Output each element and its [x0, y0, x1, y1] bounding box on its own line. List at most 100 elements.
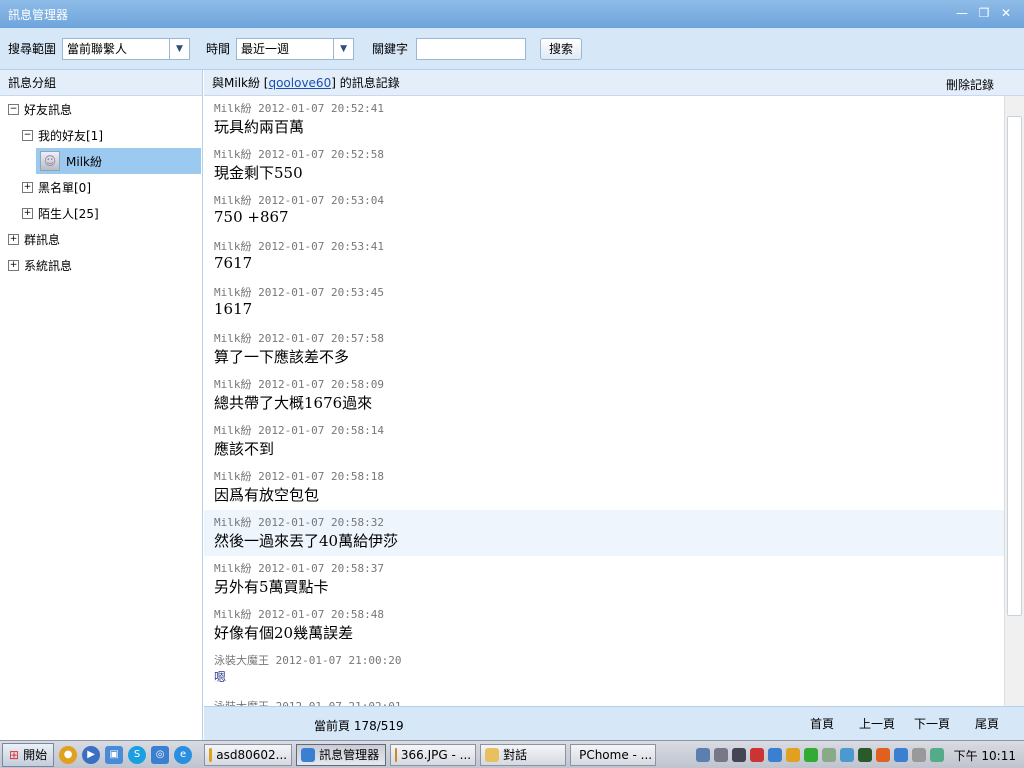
- tray-check-icon[interactable]: [803, 748, 818, 762]
- tray-monitor-icon[interactable]: [857, 748, 872, 762]
- explorer-icon[interactable]: ▣: [105, 745, 124, 764]
- task-label: asd80602...: [216, 747, 288, 762]
- search-button[interactable]: 搜索: [540, 37, 583, 60]
- tray-network-icon[interactable]: [821, 748, 836, 762]
- tree-item-friends[interactable]: − 好友訊息: [0, 96, 202, 122]
- message-item: 泳裝大魔王 2012-01-07 21:00:20 嗯: [204, 648, 1004, 694]
- group-panel-header: 訊息分組: [0, 70, 202, 96]
- tree-item-groups[interactable]: + 群訊息: [0, 226, 202, 252]
- next-page-button[interactable]: 下一頁: [914, 715, 950, 732]
- range-value: 當前聯繫人: [67, 42, 128, 56]
- message-text: 好像有個20幾萬誤差: [214, 624, 354, 642]
- messenger-icon: [301, 747, 316, 762]
- tray-dropbox-icon[interactable]: [839, 748, 854, 762]
- tray-qq-icon[interactable]: [785, 748, 800, 762]
- chevron-down-icon[interactable]: ▼: [169, 38, 189, 59]
- windows-logo-icon: ⊞: [9, 747, 20, 762]
- message-meta: Milk紛 2012-01-07 20:53:04: [214, 194, 384, 207]
- message-meta: Milk紛 2012-01-07 20:52:58: [214, 148, 384, 161]
- message-text: 總共帶了大概1676過來: [214, 394, 373, 412]
- start-button[interactable]: ⊞ 開始: [2, 742, 55, 767]
- tray-messenger-icon[interactable]: [767, 748, 782, 762]
- message-text: 嗯: [214, 670, 227, 684]
- message-item: Milk紛 2012-01-07 20:52:58 現金剩下550: [204, 142, 1004, 188]
- message-list: Milk紛 2012-01-07 20:52:41 玩具約兩百萬 Milk紛 20…: [204, 96, 1004, 706]
- tray-window-icon[interactable]: [731, 748, 746, 762]
- tray-update-icon[interactable]: [929, 748, 944, 762]
- task-item[interactable]: 366.JPG - ...: [390, 743, 477, 766]
- tree-item-strangers[interactable]: + 陌生人[25]: [0, 200, 202, 226]
- window-controls: — ❐ ✕: [954, 5, 1014, 21]
- restore-icon[interactable]: ❐: [976, 5, 992, 21]
- pager: 當前頁 178/519 首頁 上一頁 下一頁 尾頁: [204, 706, 1024, 740]
- tree-item-label: Milk紛: [66, 154, 102, 169]
- message-item: Milk紛 2012-01-07 20:58:14 應該不到: [204, 418, 1004, 464]
- message-item: Milk紛 2012-01-07 20:58:48 好像有個20幾萬誤差: [204, 602, 1004, 648]
- tray-speaker-icon[interactable]: [911, 748, 926, 762]
- delete-records-button[interactable]: 刪除記錄: [946, 76, 994, 93]
- task-item-active[interactable]: 訊息管理器: [296, 743, 387, 766]
- task-item[interactable]: asd80602...: [204, 743, 293, 766]
- expand-icon[interactable]: +: [8, 259, 19, 271]
- message-meta: Milk紛 2012-01-07 20:58:32: [214, 516, 384, 529]
- tree-item-contact[interactable]: ☺ Milk紛: [36, 148, 201, 174]
- tray-chat-icon[interactable]: [893, 748, 908, 762]
- message-meta: Milk紛 2012-01-07 20:52:41: [214, 102, 384, 115]
- close-icon[interactable]: ✕: [998, 5, 1014, 21]
- message-item: Milk紛 2012-01-07 20:57:58 算了一下應該差不多: [204, 326, 1004, 372]
- message-meta: Milk紛 2012-01-07 20:57:58: [214, 332, 384, 345]
- record-header: 與Milk紛 [qoolove60] 的訊息記錄 刪除記錄: [204, 70, 1024, 96]
- message-meta: Milk紛 2012-01-07 20:58:37: [214, 562, 384, 575]
- record-title-suffix: ] 的訊息記錄: [331, 76, 400, 90]
- tray-app-icon[interactable]: [695, 748, 710, 762]
- chrome-icon: [209, 747, 213, 762]
- message-item: Milk紛 2012-01-07 20:58:37 另外有5萬買點卡: [204, 556, 1004, 602]
- range-select[interactable]: 當前聯繫人 ▼: [62, 37, 191, 60]
- clock: 下午 10:11: [953, 748, 1016, 763]
- tray-browser-icon[interactable]: [875, 748, 890, 762]
- last-page-button[interactable]: 尾頁: [975, 715, 999, 732]
- tree-item-label: 陌生人[25]: [38, 206, 99, 221]
- message-meta: Milk紛 2012-01-07 20:58:14: [214, 424, 384, 437]
- media-player-icon[interactable]: ▶: [82, 745, 101, 764]
- chevron-down-icon[interactable]: ▼: [333, 38, 353, 59]
- contact-id-link[interactable]: qoolove60: [268, 76, 331, 90]
- task-item[interactable]: 對話: [480, 743, 567, 766]
- skype-icon[interactable]: S: [128, 745, 147, 764]
- tree-item-system[interactable]: + 系統訊息: [0, 252, 202, 278]
- search-toolbar: 搜尋範圍 當前聯繫人 ▼ 時間 最近一週 ▼ 關鍵字 搜索: [0, 28, 1024, 70]
- task-label: 366.JPG - ...: [400, 747, 472, 762]
- message-item: Milk紛 2012-01-07 20:53:41 7617: [204, 234, 1004, 280]
- tree-item-label: 好友訊息: [24, 102, 73, 117]
- expand-icon[interactable]: +: [8, 233, 19, 245]
- message-text: 算了一下應該差不多: [214, 348, 350, 366]
- minimize-icon[interactable]: —: [954, 5, 970, 21]
- message-scrollbar[interactable]: [1004, 96, 1024, 706]
- tray-security-icon[interactable]: [749, 748, 764, 762]
- window-title: 訊息管理器: [8, 7, 69, 22]
- time-value: 最近一週: [241, 42, 290, 56]
- task-label: 對話: [503, 748, 528, 762]
- collapse-icon[interactable]: −: [8, 103, 19, 115]
- tray-tool-icon[interactable]: [713, 748, 728, 762]
- messenger-icon[interactable]: ◎: [151, 745, 170, 764]
- expand-icon[interactable]: +: [22, 207, 33, 219]
- first-page-button[interactable]: 首頁: [810, 715, 834, 732]
- task-item[interactable]: PChome - ...: [570, 743, 657, 766]
- tree-item-label: 我的好友[1]: [38, 128, 103, 143]
- collapse-icon[interactable]: −: [22, 129, 33, 141]
- expand-icon[interactable]: +: [22, 181, 33, 193]
- tree-item-label: 黑名單[0]: [38, 180, 91, 195]
- message-meta: Milk紛 2012-01-07 20:58:09: [214, 378, 384, 391]
- message-text: 因爲有放空包包: [214, 486, 320, 504]
- time-label: 時間: [206, 42, 231, 56]
- tree-item-my-friends[interactable]: − 我的好友[1]: [0, 122, 202, 148]
- scroll-thumb[interactable]: [1007, 116, 1022, 616]
- tree-item-blacklist[interactable]: + 黑名單[0]: [0, 174, 202, 200]
- taskbar: ⊞ 開始 ● ▶ ▣ S ◎ e asd80602... 訊息管理器 366.J…: [0, 740, 1024, 768]
- chrome-icon[interactable]: ●: [59, 745, 78, 764]
- prev-page-button[interactable]: 上一頁: [859, 715, 895, 732]
- time-select[interactable]: 最近一週 ▼: [236, 37, 355, 60]
- internet-explorer-icon[interactable]: e: [174, 745, 193, 764]
- keyword-input[interactable]: [416, 37, 527, 60]
